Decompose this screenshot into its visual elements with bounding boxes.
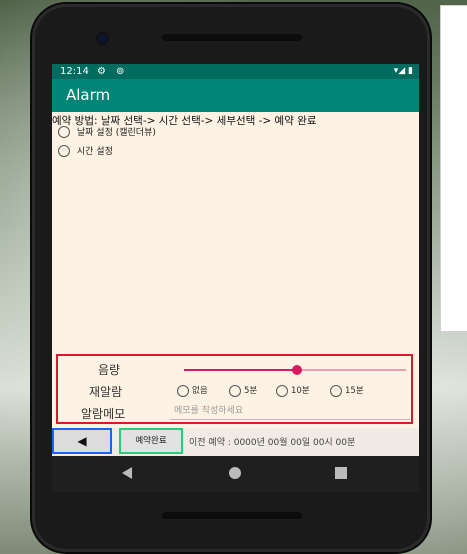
snooze-option-10min[interactable]: 10분: [276, 384, 310, 397]
snooze-option-label: 없음: [192, 386, 208, 396]
app-title: Alarm: [66, 86, 111, 104]
snooze-option-label: 5분: [244, 386, 258, 396]
radio-circle-icon: [330, 384, 342, 397]
android-nav-bar: [52, 456, 419, 492]
snooze-option-label: 10분: [291, 386, 310, 396]
radio-circle-icon: [229, 384, 241, 397]
status-time: 12:14: [60, 66, 89, 77]
volume-label: 음량: [98, 363, 121, 377]
app-bar: Alarm: [52, 79, 419, 112]
previous-reservation-text: 이전 예약 : 0000년 00월 00일 00시 00분: [189, 438, 356, 448]
date-setting-radio[interactable]: 날짜 설정 (캘린더뷰): [58, 125, 156, 139]
date-setting-label: 날짜 설정 (캘린더뷰): [76, 128, 156, 138]
snooze-option-15min[interactable]: 15분: [330, 384, 364, 397]
time-setting-label: 시간 설정: [76, 147, 113, 157]
snooze-option-none[interactable]: 없음: [177, 384, 208, 397]
back-button[interactable]: ◀: [52, 428, 112, 454]
camera-icon: [98, 34, 107, 43]
reservation-complete-button[interactable]: 예약완료: [119, 428, 183, 454]
time-setting-radio[interactable]: 시간 설정: [58, 144, 113, 158]
snooze-option-label: 15분: [345, 386, 364, 396]
radio-circle-icon: [276, 384, 288, 397]
volume-slider-fill: [184, 369, 298, 371]
nav-recent-icon[interactable]: [335, 467, 347, 479]
radio-circle-icon: [177, 384, 189, 397]
memo-input[interactable]: [170, 403, 410, 420]
nav-back-icon[interactable]: [122, 467, 132, 479]
top-speaker: [162, 34, 302, 41]
bottom-speaker: [162, 512, 302, 519]
radio-circle-icon: [58, 144, 70, 157]
memo-label: 알람메모: [81, 407, 126, 421]
nav-home-icon[interactable]: [229, 467, 241, 479]
snooze-option-5min[interactable]: 5분: [229, 384, 257, 397]
snooze-label: 재알람: [89, 385, 123, 399]
side-window[interactable]: [440, 5, 467, 332]
phone-screen: 12:14 ⚙ ⊚ ▾◢ ▮ Alarm 예약 방법: 날짜 선택-> 시간 선…: [52, 64, 419, 492]
record-icon: ⊚: [116, 66, 125, 77]
gear-icon: ⚙: [97, 66, 106, 77]
status-bar: 12:14 ⚙ ⊚ ▾◢ ▮: [52, 64, 419, 79]
radio-circle-icon: [58, 125, 70, 138]
signal-battery-icon: ▾◢ ▮: [393, 66, 413, 76]
